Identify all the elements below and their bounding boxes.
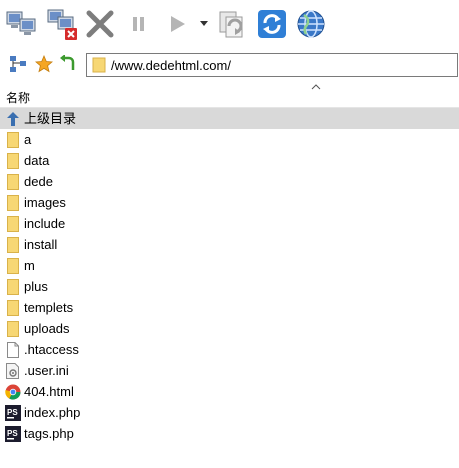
item-label: .htaccess bbox=[24, 342, 79, 357]
address-bar-row: /www.dedehtml.com/ bbox=[0, 48, 459, 80]
folder-icon bbox=[5, 215, 21, 232]
phpstorm-file-icon: PS bbox=[5, 425, 21, 442]
file-row[interactable]: .htaccess bbox=[0, 339, 459, 360]
copy-refresh-icon bbox=[219, 11, 243, 38]
item-label: uploads bbox=[24, 321, 70, 336]
globe-icon bbox=[297, 10, 325, 38]
pause-icon bbox=[133, 17, 144, 31]
disconnect-button[interactable] bbox=[44, 6, 80, 42]
config-file-icon bbox=[5, 362, 21, 379]
play-icon bbox=[171, 16, 185, 32]
item-label: templets bbox=[24, 300, 74, 315]
go-up-button[interactable] bbox=[57, 53, 79, 75]
folder-icon bbox=[5, 257, 21, 274]
file-icon bbox=[5, 341, 21, 358]
folder-icon bbox=[5, 131, 21, 148]
item-label: index.php bbox=[24, 405, 81, 420]
path-text: /www.dedehtml.com/ bbox=[111, 57, 231, 73]
folder-icon bbox=[5, 152, 21, 169]
phpstorm-file-icon: PS bbox=[5, 404, 21, 421]
up-arrow-icon bbox=[5, 111, 21, 127]
dropdown-arrow-icon bbox=[200, 21, 208, 26]
toolbar bbox=[0, 0, 459, 48]
folder-row[interactable]: install bbox=[0, 234, 459, 255]
folder-row[interactable]: plus bbox=[0, 276, 459, 297]
stop-button[interactable] bbox=[82, 6, 118, 42]
svg-text:PS: PS bbox=[7, 429, 18, 438]
browser-button[interactable] bbox=[294, 6, 328, 42]
disconnect-computer-icon bbox=[47, 9, 77, 40]
folder-icon bbox=[5, 320, 21, 337]
item-label: .user.ini bbox=[24, 363, 69, 378]
network-tree-icon bbox=[10, 56, 26, 72]
folder-icon bbox=[92, 57, 106, 73]
item-label: 404.html bbox=[24, 384, 74, 399]
name-column-header[interactable]: 名称 bbox=[6, 89, 30, 106]
parent-directory-label: 上级目录 bbox=[24, 111, 77, 126]
connect-button[interactable] bbox=[4, 6, 40, 42]
item-label: a bbox=[24, 132, 32, 147]
site-manager-button[interactable] bbox=[7, 53, 29, 75]
refresh-button[interactable] bbox=[256, 6, 288, 42]
file-row[interactable]: PS index.php bbox=[0, 402, 459, 423]
item-label: images bbox=[24, 195, 66, 210]
svg-text:PS: PS bbox=[7, 408, 18, 417]
play-button[interactable] bbox=[162, 6, 192, 42]
folder-icon bbox=[5, 236, 21, 253]
column-header[interactable]: 名称 bbox=[0, 84, 459, 108]
play-menu-button[interactable] bbox=[196, 6, 212, 42]
computers-icon bbox=[6, 11, 36, 35]
folder-row[interactable]: include bbox=[0, 213, 459, 234]
file-row[interactable]: PS tags.php bbox=[0, 423, 459, 444]
refresh-icon bbox=[258, 10, 286, 38]
item-label: data bbox=[24, 153, 50, 168]
queue-button[interactable] bbox=[214, 6, 250, 42]
folder-row[interactable]: dede bbox=[0, 171, 459, 192]
favorites-button[interactable] bbox=[33, 53, 55, 75]
file-list: 上级目录 a data dede images include install m plus t… bbox=[0, 108, 459, 444]
item-label: tags.php bbox=[24, 426, 74, 441]
pause-button[interactable] bbox=[124, 6, 154, 42]
folder-row[interactable]: images bbox=[0, 192, 459, 213]
folder-icon bbox=[5, 194, 21, 211]
folder-row[interactable]: a bbox=[0, 129, 459, 150]
parent-directory-row[interactable]: 上级目录 bbox=[0, 108, 459, 129]
file-row[interactable]: .user.ini bbox=[0, 360, 459, 381]
cancel-x-icon bbox=[86, 10, 114, 38]
item-label: plus bbox=[24, 279, 48, 294]
item-label: dede bbox=[24, 174, 53, 189]
chrome-html-icon bbox=[5, 384, 21, 400]
green-return-arrow-icon bbox=[60, 55, 75, 70]
star-icon bbox=[35, 55, 53, 73]
folder-row[interactable]: uploads bbox=[0, 318, 459, 339]
folder-icon bbox=[5, 299, 21, 316]
folder-icon bbox=[5, 173, 21, 190]
sort-up-icon bbox=[311, 84, 321, 90]
item-label: m bbox=[24, 258, 35, 273]
folder-icon bbox=[5, 278, 21, 295]
path-input[interactable]: /www.dedehtml.com/ bbox=[86, 53, 458, 77]
file-row[interactable]: 404.html bbox=[0, 381, 459, 402]
item-label: include bbox=[24, 216, 66, 231]
folder-row[interactable]: m bbox=[0, 255, 459, 276]
folder-row[interactable]: templets bbox=[0, 297, 459, 318]
item-label: install bbox=[24, 237, 58, 252]
folder-row[interactable]: data bbox=[0, 150, 459, 171]
